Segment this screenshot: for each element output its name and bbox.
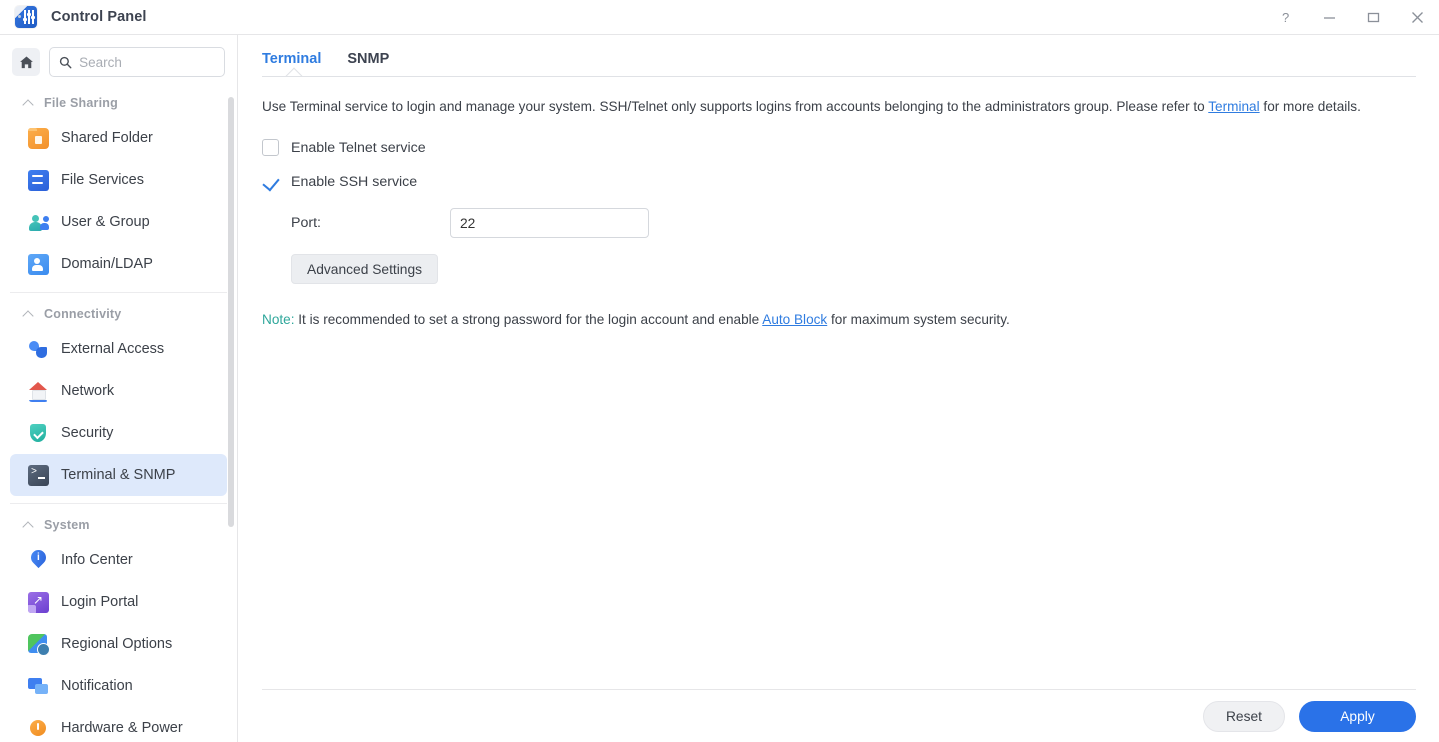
description-text-part1: Use Terminal service to login and manage… [262,99,1209,114]
sidebar-item-label: Hardware & Power [61,720,183,736]
hardware-power-icon [28,718,49,739]
sidebar-item-label: Terminal & SNMP [61,467,176,483]
terminal-snmp-icon [28,464,49,486]
sidebar-item-label: Security [61,425,114,441]
home-icon [19,56,33,68]
sidebar-item-file-services[interactable]: File Services [10,159,227,201]
action-footer: Reset Apply [262,689,1416,742]
chevron-up-icon [24,309,35,320]
enable-telnet-row[interactable]: Enable Telnet service [262,139,426,156]
sidebar-item-label: Notification [61,678,133,694]
search-box[interactable] [49,47,225,77]
sidebar-group-file-sharing[interactable]: File Sharing [0,89,237,117]
home-button[interactable] [12,48,40,76]
search-input[interactable] [79,54,215,70]
sidebar-group-label: File Sharing [44,96,118,110]
external-access-icon [28,339,49,360]
enable-ssh-checkbox[interactable] [262,173,279,190]
sidebar-item-label: Regional Options [61,636,173,652]
enable-ssh-row[interactable]: Enable SSH service [262,173,417,190]
maximize-button[interactable] [1351,0,1395,34]
chevron-up-icon [24,520,35,531]
note-keyword: Note: [262,312,295,327]
security-icon [28,423,49,444]
chevron-up-icon [24,98,35,109]
window-title: Control Panel [51,9,147,25]
notification-icon [28,676,49,697]
tab-bar: Terminal SNMP [239,35,1439,77]
search-icon [59,56,72,68]
window-controls: ? [1263,0,1439,34]
description-text-part2: for more details. [1259,99,1361,114]
enable-telnet-label: Enable Telnet service [291,139,426,156]
minimize-button[interactable] [1307,0,1351,34]
sidebar-divider [10,292,227,293]
sidebar-scrollbar-thumb[interactable] [228,97,234,527]
sidebar-item-label: Network [61,383,115,399]
port-input[interactable] [450,208,649,238]
sidebar-group-label: Connectivity [44,307,122,321]
sidebar-item-login-portal[interactable]: Login Portal [10,581,227,623]
security-note: Note: It is recommended to set a strong … [262,310,1416,330]
note-text-part2: for maximum system security. [827,312,1010,327]
port-row: Port: [262,208,1416,238]
sidebar-nav: File Sharing Shared Folder File Services… [0,89,237,739]
sidebar-item-label: Shared Folder [61,130,153,146]
auto-block-link[interactable]: Auto Block [762,312,827,327]
tab-terminal[interactable]: Terminal [262,51,333,77]
main-panel: Terminal SNMP Use Terminal service to lo… [239,35,1439,742]
regional-options-icon [28,633,49,655]
domain-ldap-icon [28,253,49,275]
note-text-part1: It is recommended to set a strong passwo… [294,312,763,327]
sidebar-item-external-access[interactable]: External Access [10,328,227,370]
sidebar-item-notification[interactable]: Notification [10,665,227,707]
sidebar-item-label: Login Portal [61,594,139,610]
sidebar-scrollbar-track[interactable] [228,89,234,739]
sidebar-item-label: File Services [61,172,144,188]
svg-text:?: ? [1282,11,1289,24]
sidebar-item-shared-folder[interactable]: Shared Folder [10,117,227,159]
sidebar-item-network[interactable]: Network [10,370,227,412]
tab-snmp[interactable]: SNMP [347,51,401,77]
sidebar-item-label: Info Center [61,552,133,568]
window-titlebar: Control Panel ? [0,0,1439,35]
sidebar-item-label: External Access [61,341,165,357]
enable-telnet-checkbox[interactable] [262,139,279,156]
reset-button[interactable]: Reset [1202,700,1285,732]
terminal-description: Use Terminal service to login and manage… [262,97,1416,117]
sidebar-item-security[interactable]: Security [10,412,227,454]
enable-ssh-label: Enable SSH service [291,173,418,190]
network-icon [28,381,49,402]
sidebar-group-connectivity[interactable]: Connectivity [0,300,237,328]
sidebar-item-domain-ldap[interactable]: Domain/LDAP [10,243,227,285]
sidebar-item-terminal-snmp[interactable]: Terminal & SNMP [10,454,227,496]
sidebar-item-label: User & Group [61,214,150,230]
sidebar-divider [10,503,227,504]
sidebar-item-info-center[interactable]: Info Center [10,539,227,581]
apply-button[interactable]: Apply [1299,700,1416,732]
sidebar: File Sharing Shared Folder File Services… [0,35,238,742]
sidebar-group-label: System [44,518,90,532]
file-services-icon [28,169,49,191]
help-button[interactable]: ? [1263,0,1307,34]
login-portal-icon [28,591,49,613]
sidebar-search-row [0,35,237,77]
terminal-help-link[interactable]: Terminal [1208,99,1259,114]
advanced-settings-button[interactable]: Advanced Settings [291,254,439,284]
close-button[interactable] [1395,0,1439,34]
sidebar-item-label: Domain/LDAP [61,256,153,272]
user-group-icon [28,212,49,233]
sidebar-group-system[interactable]: System [0,511,237,539]
sidebar-item-hardware-power[interactable]: Hardware & Power [10,707,227,739]
tab-bar-rule [262,76,1416,77]
terminal-settings-content: Use Terminal service to login and manage… [239,77,1439,330]
info-center-icon [28,550,49,571]
port-label: Port: [291,215,321,231]
shared-folder-icon [28,127,49,149]
control-panel-icon [15,6,37,28]
sidebar-item-regional-options[interactable]: Regional Options [10,623,227,665]
sidebar-item-user-group[interactable]: User & Group [10,201,227,243]
